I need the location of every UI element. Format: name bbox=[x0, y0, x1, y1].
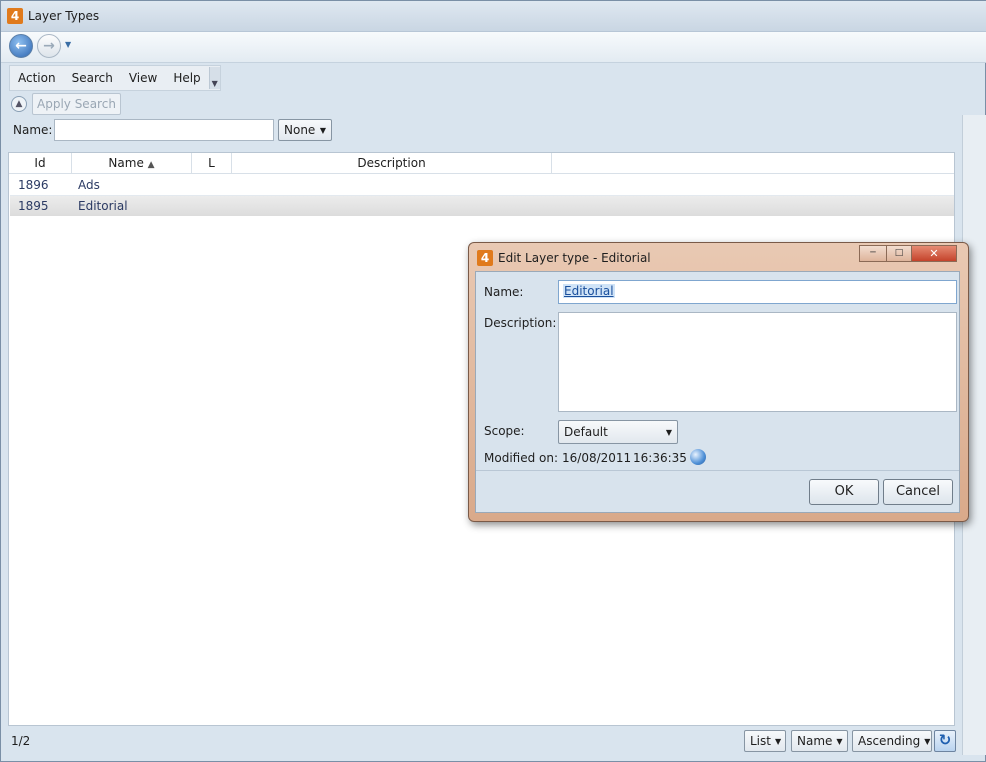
menu-view[interactable]: View bbox=[121, 67, 165, 89]
column-header-id[interactable]: Id bbox=[9, 153, 72, 173]
modified-date: 16/08/2011 bbox=[562, 451, 632, 465]
scope-value: Default bbox=[564, 425, 608, 439]
ok-button[interactable]: OK bbox=[809, 479, 879, 505]
cell-name: Ads bbox=[78, 178, 100, 192]
status-bar: 1/2 List ▼ Name ▼ Ascending ▼ ↻ bbox=[8, 727, 956, 755]
grid-header: Id Name ▲ L Description bbox=[9, 153, 954, 174]
refresh-icon[interactable]: ↻ bbox=[934, 730, 956, 752]
name-filter-input[interactable] bbox=[54, 119, 274, 141]
minimize-icon[interactable]: ─ bbox=[859, 245, 887, 262]
dialog-title: Edit Layer type - Editorial bbox=[498, 251, 651, 265]
edit-layer-type-dialog: 4 Edit Layer type - Editorial ─ □ ✕ Name… bbox=[468, 242, 969, 522]
name-filter-mode-select[interactable]: None ▼ bbox=[278, 119, 332, 141]
column-header-description[interactable]: Description bbox=[232, 153, 552, 173]
name-filter-label: Name: bbox=[13, 123, 53, 137]
menu-help[interactable]: Help bbox=[165, 67, 208, 89]
window-title: Layer Types bbox=[28, 9, 100, 23]
sort-ascending-icon: ▲ bbox=[147, 160, 155, 170]
forward-arrow-icon[interactable]: → bbox=[37, 34, 61, 58]
name-filter-mode-value: None bbox=[284, 123, 316, 137]
sort-field-value: Name bbox=[797, 734, 833, 748]
history-dropdown-icon[interactable]: ▼ bbox=[65, 40, 71, 49]
chevron-down-icon: ▼ bbox=[774, 736, 782, 746]
chevron-down-icon: ▼ bbox=[924, 736, 931, 746]
app-logo-icon: 4 bbox=[477, 250, 493, 266]
description-field[interactable] bbox=[558, 312, 957, 412]
menu-bar: Action Search View Help ▼ bbox=[9, 65, 221, 91]
column-header-l[interactable]: L bbox=[192, 153, 232, 173]
cell-id: 1896 bbox=[18, 178, 49, 192]
back-arrow-icon[interactable]: ← bbox=[9, 34, 33, 58]
modified-label: Modified on: bbox=[484, 451, 559, 465]
divider bbox=[476, 470, 959, 471]
name-label: Name: bbox=[484, 285, 524, 299]
record-count: 1/2 bbox=[11, 734, 31, 748]
globe-icon[interactable] bbox=[690, 449, 706, 465]
sort-order-value: Ascending bbox=[858, 734, 921, 748]
close-icon[interactable]: ✕ bbox=[911, 245, 957, 262]
navigation-bar: ← → ▼ bbox=[1, 32, 986, 63]
dialog-body: Name: Editorial Description: Scope: Defa… bbox=[475, 271, 960, 513]
view-mode-value: List bbox=[750, 734, 771, 748]
sort-field-select[interactable]: Name ▼ bbox=[791, 730, 848, 752]
scope-label: Scope: bbox=[484, 424, 525, 438]
modified-time: 16:36:35 bbox=[633, 451, 687, 465]
menu-action[interactable]: Action bbox=[10, 67, 64, 89]
view-mode-select[interactable]: List ▼ bbox=[744, 730, 786, 752]
chevron-down-icon: ▼ bbox=[319, 125, 326, 135]
apply-search-button[interactable]: Apply Search bbox=[32, 93, 121, 115]
maximize-icon[interactable]: □ bbox=[886, 245, 912, 262]
collapse-search-icon[interactable]: ▲ bbox=[11, 96, 27, 112]
chevron-down-icon: ▼ bbox=[836, 736, 843, 746]
cell-id: 1895 bbox=[18, 199, 49, 213]
scope-select[interactable]: Default ▼ bbox=[558, 420, 678, 444]
chevron-down-icon: ▼ bbox=[665, 427, 672, 437]
name-field[interactable]: Editorial bbox=[558, 280, 957, 304]
description-label: Description: bbox=[484, 316, 557, 330]
cell-name: Editorial bbox=[78, 199, 128, 213]
toolbar-overflow-icon[interactable]: ▼ bbox=[208, 67, 220, 89]
cancel-button[interactable]: Cancel bbox=[883, 479, 953, 505]
menu-search[interactable]: Search bbox=[64, 67, 121, 89]
column-header-name[interactable]: Name ▲ bbox=[72, 153, 192, 173]
name-field-value: Editorial bbox=[563, 284, 615, 298]
table-row-selected[interactable]: 1895 Editorial bbox=[10, 196, 954, 216]
app-logo-icon: 4 bbox=[7, 8, 23, 24]
sort-order-select[interactable]: Ascending ▼ bbox=[852, 730, 932, 752]
table-row[interactable]: 1896 Ads bbox=[10, 175, 954, 196]
title-bar: 4 Layer Types bbox=[1, 1, 986, 32]
